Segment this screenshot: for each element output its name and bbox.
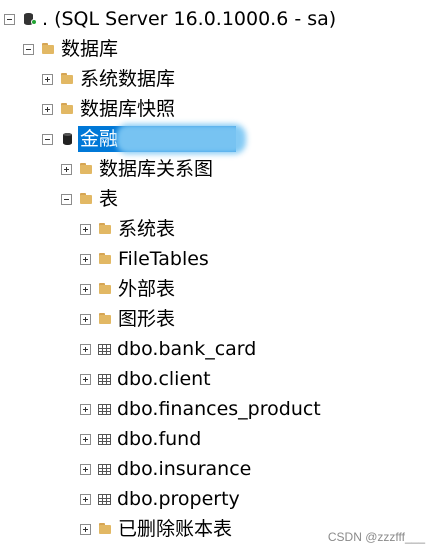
tree-node-databases[interactable]: 数据库: [23, 34, 118, 64]
object-explorer-tree: . (SQL Server 16.0.1000.6 - sa) 数据库 系统数据…: [0, 0, 435, 550]
table-icon: [98, 494, 111, 505]
tree-node-table[interactable]: dbo.finances_product: [80, 394, 321, 424]
expand-toggle[interactable]: [80, 313, 91, 325]
expand-toggle[interactable]: [80, 343, 91, 355]
table-icon: [98, 404, 111, 415]
tree-node-dropped-ledger-tables[interactable]: 已删除账本表: [80, 514, 232, 544]
expand-toggle[interactable]: [80, 283, 91, 295]
folder-icon: [60, 102, 74, 116]
table-label: dbo.finances_product: [117, 398, 321, 420]
tree-node-table[interactable]: dbo.fund: [80, 424, 201, 454]
server-icon: [22, 12, 37, 26]
table-label: dbo.fund: [117, 428, 202, 450]
folder-icon: [98, 222, 112, 236]
expand-toggle[interactable]: [42, 103, 53, 115]
expand-toggle[interactable]: [80, 403, 91, 415]
expand-toggle[interactable]: [42, 73, 53, 85]
folder-icon: [79, 192, 93, 206]
table-icon: [98, 374, 111, 385]
folder-icon: [98, 282, 112, 296]
tree-node-external-tables[interactable]: 外部表: [80, 274, 175, 304]
tree-node-table[interactable]: dbo.property: [80, 484, 240, 514]
folder-icon: [60, 72, 74, 86]
table-icon: [98, 464, 111, 475]
server-label: . (SQL Server 16.0.1000.6 - sa): [42, 8, 337, 30]
table-icon: [98, 434, 111, 445]
expand-toggle[interactable]: [80, 373, 91, 385]
database-diagrams-label: 数据库关系图: [99, 158, 214, 180]
tree-node-graph-tables[interactable]: 图形表: [80, 304, 175, 334]
tree-node-database-snapshots[interactable]: 数据库快照: [42, 94, 175, 124]
collapse-toggle[interactable]: [42, 133, 53, 145]
system-databases-label: 系统数据库: [80, 68, 176, 90]
tree-item-label: FileTables: [118, 248, 209, 270]
folder-icon: [98, 522, 112, 536]
tree-node-table[interactable]: dbo.bank_card: [80, 334, 256, 364]
table-label: dbo.client: [117, 368, 211, 390]
table-label: dbo.property: [117, 488, 240, 510]
expand-toggle[interactable]: [80, 253, 91, 265]
tree-item-label: 外部表: [118, 278, 176, 300]
tables-label: 表: [99, 188, 119, 210]
folder-icon: [79, 162, 93, 176]
folder-icon: [98, 252, 112, 266]
tree-item-label: 已删除账本表: [118, 518, 233, 540]
folder-icon: [41, 42, 55, 56]
tree-item-label: 系统表: [118, 218, 176, 240]
folder-icon: [98, 312, 112, 326]
expand-toggle[interactable]: [80, 463, 91, 475]
databases-label: 数据库: [61, 38, 119, 60]
tree-node-table[interactable]: dbo.insurance: [80, 454, 251, 484]
database-snapshots-label: 数据库快照: [80, 98, 176, 120]
collapse-toggle[interactable]: [4, 13, 15, 25]
collapse-toggle[interactable]: [61, 193, 72, 205]
redaction-blur: [116, 124, 246, 154]
table-icon: [98, 344, 111, 355]
tree-item-label: 图形表: [118, 308, 176, 330]
expand-toggle[interactable]: [80, 493, 91, 505]
expand-toggle[interactable]: [61, 163, 72, 175]
tree-node-database-diagrams[interactable]: 数据库关系图: [61, 154, 213, 184]
tree-node-filetables[interactable]: FileTables: [80, 244, 209, 274]
expand-toggle[interactable]: [80, 433, 91, 445]
tree-node-system-tables[interactable]: 系统表: [80, 214, 175, 244]
tree-node-system-databases[interactable]: 系统数据库: [42, 64, 175, 94]
tree-node-table[interactable]: dbo.client: [80, 364, 211, 394]
expand-toggle[interactable]: [80, 523, 91, 535]
expand-toggle[interactable]: [80, 223, 91, 235]
tree-node-server[interactable]: . (SQL Server 16.0.1000.6 - sa): [4, 4, 336, 34]
watermark-text: CSDN @zzzfff___: [327, 530, 425, 544]
table-label: dbo.insurance: [117, 458, 252, 480]
table-label: dbo.bank_card: [117, 338, 257, 360]
database-icon: [60, 132, 74, 146]
collapse-toggle[interactable]: [23, 43, 34, 55]
tree-node-tables[interactable]: 表: [61, 184, 118, 214]
